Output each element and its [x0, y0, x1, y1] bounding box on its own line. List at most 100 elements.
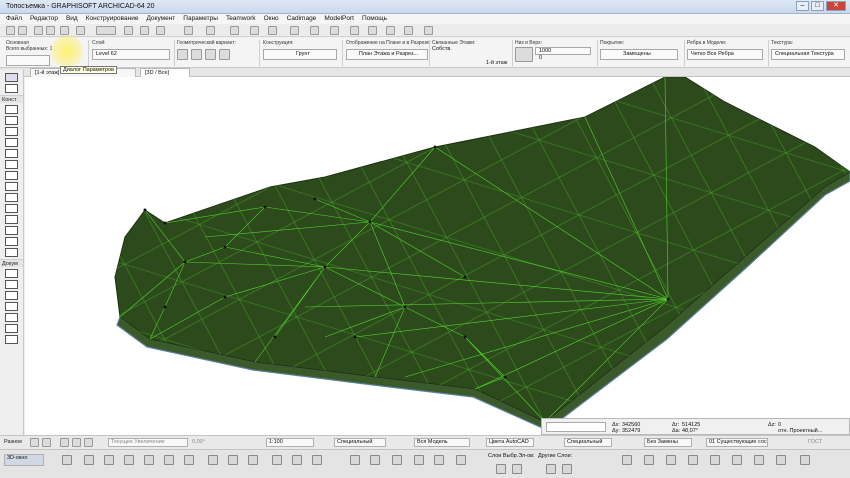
graphic-override-dropdown[interactable]: Специальный — [564, 438, 612, 447]
snap-guides-icon[interactable] — [96, 26, 116, 35]
column-tool-icon[interactable] — [5, 138, 18, 147]
roof-tool-icon[interactable] — [5, 171, 18, 180]
zoom-icon[interactable] — [368, 26, 377, 35]
suspend-groups-icon[interactable] — [206, 26, 215, 35]
slab-tool-icon[interactable] — [5, 160, 18, 169]
texture-dropdown[interactable]: Специальная Текстура — [771, 49, 845, 60]
stair-tool-icon[interactable] — [5, 226, 18, 235]
morph-tool-icon[interactable] — [5, 193, 18, 202]
layer-lock-icon[interactable] — [496, 464, 506, 474]
undo-icon[interactable] — [6, 26, 15, 35]
window-tool-icon[interactable] — [5, 127, 18, 136]
filter-icon[interactable] — [370, 455, 380, 465]
menu-modelport[interactable]: ModelPort — [324, 14, 354, 24]
menu-cadimage[interactable]: Cadimage — [287, 14, 317, 24]
hidden-line-icon[interactable] — [228, 455, 238, 465]
snapshot-icon[interactable] — [350, 455, 360, 465]
back-icon[interactable] — [30, 438, 39, 447]
plan-view-icon[interactable] — [250, 26, 259, 35]
shading-icon[interactable] — [248, 455, 258, 465]
cube-icon[interactable] — [164, 455, 174, 465]
layer-dropdown[interactable]: Level 62 — [92, 49, 170, 60]
label-tool-icon[interactable] — [5, 302, 18, 311]
wall-tool-icon[interactable] — [5, 105, 18, 114]
shell-tool-icon[interactable] — [5, 182, 18, 191]
zoom-dropdown[interactable]: Текущее Увеличение — [108, 438, 188, 447]
render-icon[interactable] — [330, 26, 339, 35]
pan-icon[interactable] — [386, 26, 395, 35]
maximize-button[interactable]: □ — [811, 1, 824, 11]
3d-viewport[interactable] — [25, 76, 850, 435]
offset-top-input[interactable]: 1000 — [535, 47, 591, 55]
curtain-wall-tool-icon[interactable] — [5, 215, 18, 224]
geometry-poly-icon[interactable] — [219, 49, 230, 60]
line-tool-icon[interactable] — [5, 324, 18, 333]
selection-icon[interactable] — [456, 455, 466, 465]
edges-dropdown[interactable]: Четко Все Ребра — [687, 49, 763, 60]
menu-design[interactable]: Конструирование — [86, 14, 139, 24]
menu-help[interactable]: Помощь — [362, 14, 387, 24]
menu-edit[interactable]: Редактор — [30, 14, 58, 24]
zoom-in-icon[interactable] — [60, 438, 69, 447]
walk-icon[interactable] — [424, 26, 433, 35]
marquee-icon[interactable] — [312, 455, 322, 465]
redo-icon[interactable] — [18, 26, 27, 35]
arc-tool-icon[interactable] — [5, 335, 18, 344]
contour-icon[interactable] — [392, 455, 402, 465]
palette-b-icon[interactable] — [644, 455, 654, 465]
palette-i-icon[interactable] — [800, 455, 810, 465]
fill-tool-icon[interactable] — [5, 313, 18, 322]
trace-icon[interactable] — [230, 26, 239, 35]
explore-icon[interactable] — [292, 455, 302, 465]
menu-view[interactable]: Вид — [66, 14, 78, 24]
scale-dropdown[interactable]: 1:100 — [266, 438, 314, 447]
renovation-dropdown[interactable]: Без Замены — [644, 438, 692, 447]
geometry-method-icon[interactable] — [177, 49, 188, 60]
other-lock-icon[interactable] — [546, 464, 556, 474]
menu-teamwork[interactable]: Teamwork — [226, 14, 256, 24]
dimension-standard[interactable]: ГОСТ — [808, 439, 822, 445]
3d-window-button[interactable]: 3D-окно — [4, 454, 44, 466]
style-icon[interactable] — [434, 455, 444, 465]
camera-icon[interactable] — [124, 455, 134, 465]
palette-d-icon[interactable] — [688, 455, 698, 465]
mesh-tool-icon[interactable] — [5, 204, 18, 213]
display-dropdown[interactable]: План Этажа и Разрез... — [346, 49, 428, 60]
palette-h-icon[interactable] — [776, 455, 786, 465]
arrow-tool-icon[interactable] — [5, 73, 18, 82]
document-section-header[interactable]: Докум — [0, 259, 23, 267]
zoom-out-icon[interactable] — [72, 438, 81, 447]
beam-tool-icon[interactable] — [5, 149, 18, 158]
display-icon[interactable] — [84, 455, 94, 465]
reference-value[interactable]: отн. Проектный... — [778, 428, 822, 434]
menu-document[interactable]: Документ — [146, 14, 175, 24]
wireframe-icon[interactable] — [208, 455, 218, 465]
renovation-filter-dropdown[interactable]: 01 Существующие сос... — [706, 438, 768, 447]
geometry-rect-icon[interactable] — [191, 49, 202, 60]
shadow-icon[interactable] — [414, 455, 424, 465]
fit-window-icon[interactable] — [404, 26, 413, 35]
orbit-icon[interactable] — [272, 455, 282, 465]
inject-icon[interactable] — [46, 26, 55, 35]
menu-options[interactable]: Параметры — [183, 14, 218, 24]
railing-tool-icon[interactable] — [5, 237, 18, 246]
dimension-tool-icon[interactable] — [5, 269, 18, 278]
fit-in-window-icon[interactable] — [84, 438, 93, 447]
close-button[interactable]: ✕ — [826, 1, 846, 11]
palette-c-icon[interactable] — [666, 455, 676, 465]
section-icon[interactable] — [268, 26, 277, 35]
menu-window[interactable]: Окно — [264, 14, 279, 24]
construction-dropdown[interactable]: Грунт — [263, 49, 337, 60]
group-icon[interactable] — [184, 26, 193, 35]
other-visibility-icon[interactable] — [562, 464, 572, 474]
grid-snap-icon[interactable] — [124, 26, 133, 35]
layers-icon[interactable] — [140, 26, 149, 35]
3d-view-icon[interactable] — [290, 26, 299, 35]
selection-settings-button[interactable] — [6, 55, 50, 66]
publish-icon[interactable] — [350, 26, 359, 35]
menu-file[interactable]: Файл — [6, 14, 22, 24]
palette-e-icon[interactable] — [710, 455, 720, 465]
pen-set-icon[interactable] — [156, 26, 165, 35]
door-tool-icon[interactable] — [5, 116, 18, 125]
tab-3d-view[interactable]: [3D / Все] — [140, 68, 190, 77]
